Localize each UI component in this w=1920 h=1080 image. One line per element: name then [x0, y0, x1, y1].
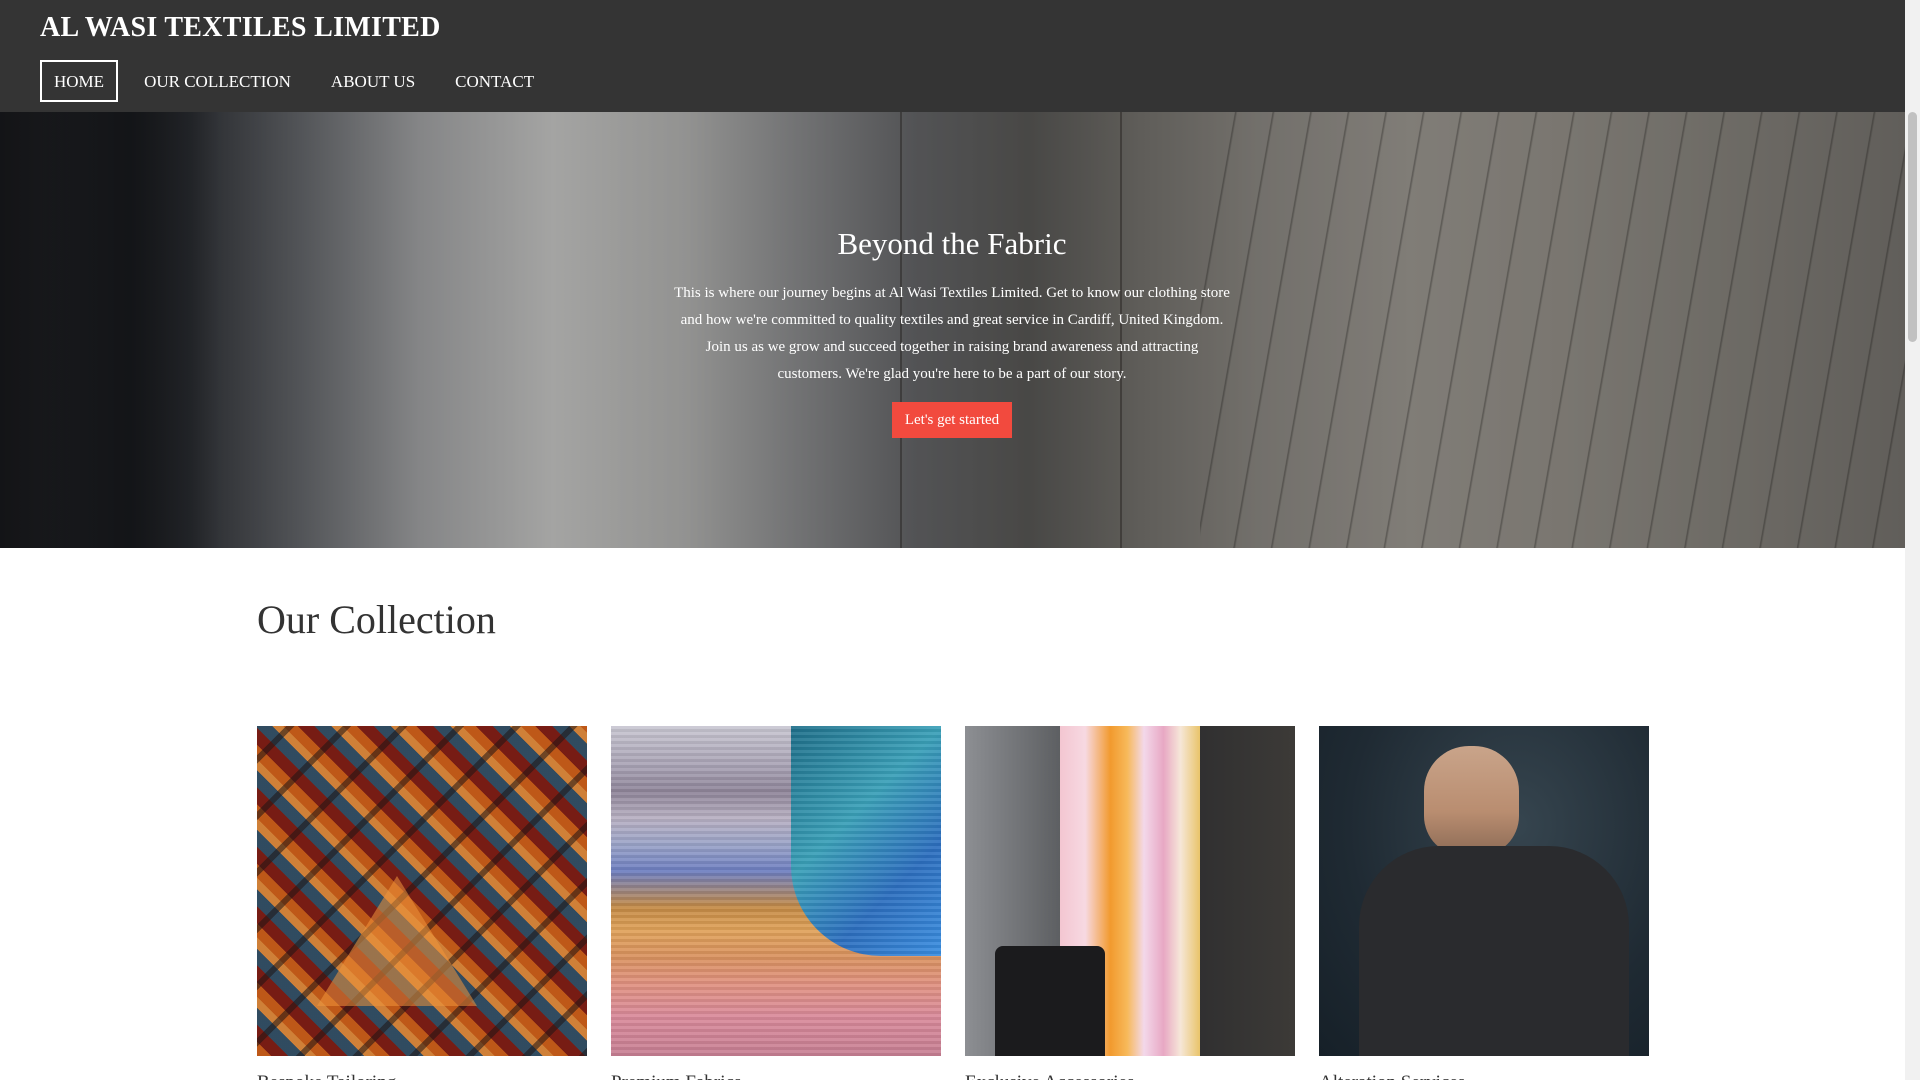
hero-section: Beyond the Fabric This is where our jour…	[0, 112, 1905, 548]
collection-card-caption[interactable]: Alteration Services	[1319, 1072, 1649, 1080]
collection-title: Our Collection	[257, 597, 496, 642]
collection-card[interactable]: Alteration Services	[1319, 726, 1649, 1080]
collection-card[interactable]: Premium Fabrics	[611, 726, 941, 1080]
embroidery-image[interactable]	[257, 726, 587, 1056]
nav-item-contact[interactable]: CONTACT	[441, 60, 548, 102]
brand-logo-text[interactable]: AL WASI TEXTILES LIMITED	[40, 12, 441, 44]
site-header: AL WASI TEXTILES LIMITED HOME OUR COLLEC…	[0, 0, 1905, 112]
nav-item-our-collection[interactable]: OUR COLLECTION	[130, 60, 305, 102]
nav-item-about-us[interactable]: ABOUT US	[317, 60, 429, 102]
hero-content: Beyond the Fabric This is where our jour…	[672, 224, 1232, 438]
fabrics-image[interactable]	[611, 726, 941, 1056]
get-started-button[interactable]: Let's get started	[891, 402, 1013, 438]
collection-card-caption[interactable]: Exclusive Accessories	[965, 1072, 1295, 1080]
main-nav: HOME OUR COLLECTION ABOUT US CONTACT	[40, 60, 560, 102]
collection-card-caption[interactable]: Premium Fabrics	[611, 1072, 941, 1080]
nav-item-home[interactable]: HOME	[40, 60, 119, 102]
scarf-image[interactable]	[965, 726, 1295, 1056]
tailor-image[interactable]	[1319, 726, 1649, 1056]
scrollbar-thumb[interactable]	[1908, 112, 1917, 342]
hero-title: Beyond the Fabric	[837, 226, 1067, 261]
hero-description: This is where our journey begins at Al W…	[674, 285, 1230, 382]
collection-card[interactable]: Exclusive Accessories	[965, 726, 1295, 1080]
collection-card-caption[interactable]: Bespoke Tailoring	[257, 1072, 587, 1080]
page-scrollbar[interactable]	[1905, 0, 1920, 1080]
collection-card[interactable]: Bespoke Tailoring	[257, 726, 587, 1080]
collection-grid: Bespoke Tailoring Premium Fabrics Exclus…	[257, 726, 1649, 1080]
